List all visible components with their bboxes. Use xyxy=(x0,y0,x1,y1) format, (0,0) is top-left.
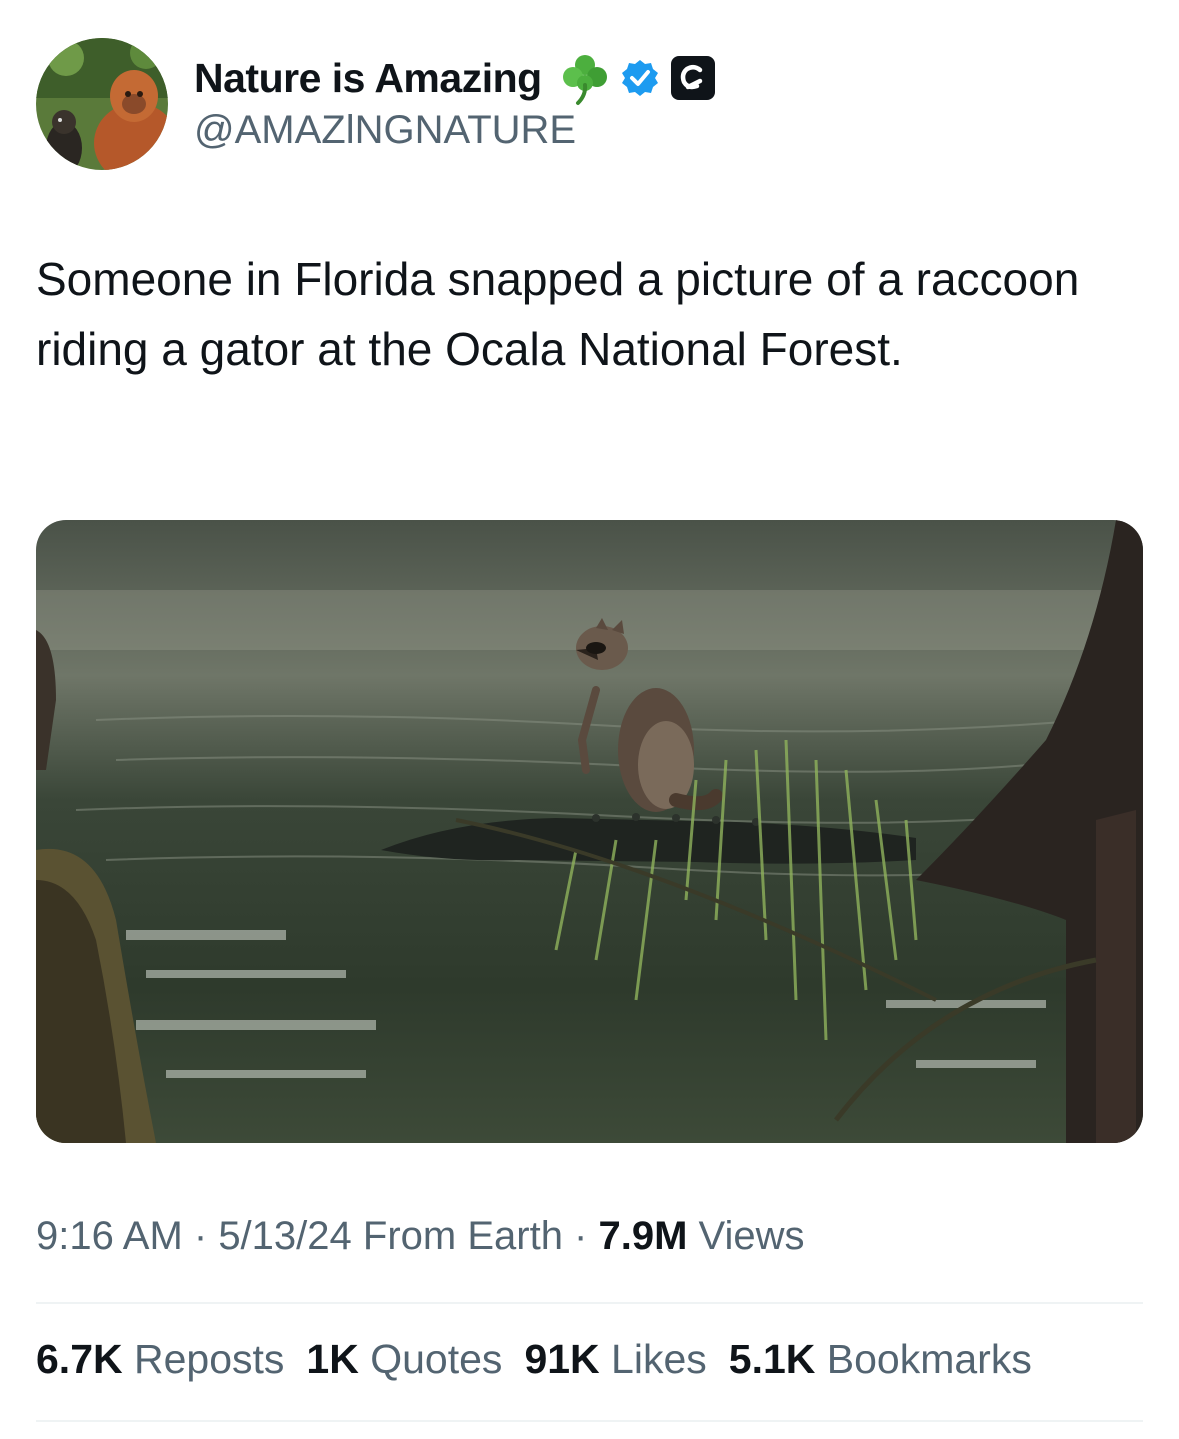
engagement-stats: 6.7K Reposts 1K Quotes 91K Likes 5.1K Bookm… xyxy=(36,1336,1054,1383)
views-count: 7.9M xyxy=(598,1214,688,1258)
likes-stat[interactable]: 91K Likes xyxy=(524,1336,706,1382)
tweet-text: Someone in Florida snapped a picture of … xyxy=(36,253,1080,375)
shamrock-icon xyxy=(562,55,607,105)
orangutan-avatar-image xyxy=(36,38,168,170)
reposts-label: Reposts xyxy=(122,1336,285,1382)
tweet-time[interactable]: 9:16 AM xyxy=(36,1214,183,1258)
meta-separator: · xyxy=(182,1214,219,1258)
avatar[interactable] xyxy=(36,38,168,170)
tweet-date[interactable]: 5/13/24 xyxy=(218,1214,351,1258)
raccoon-on-alligator-photo xyxy=(36,520,1143,1143)
bookmarks-count: 5.1K xyxy=(728,1336,816,1382)
divider xyxy=(36,1302,1143,1304)
reposts-count: 6.7K xyxy=(36,1336,123,1382)
quotes-stat[interactable]: 1K Quotes xyxy=(306,1336,502,1382)
bookmarks-stat[interactable]: 5.1K Bookmarks xyxy=(729,1336,1032,1382)
reposts-stat[interactable]: 6.7K Reposts xyxy=(36,1336,284,1382)
views-label: Views xyxy=(687,1214,805,1258)
tweet-source: From Earth xyxy=(351,1214,563,1258)
likes-label: Likes xyxy=(599,1336,707,1382)
tweet-photo[interactable] xyxy=(36,520,1143,1143)
quotes-label: Quotes xyxy=(358,1336,503,1382)
meta-separator: · xyxy=(562,1214,599,1258)
author-name-row: Nature is Amazing xyxy=(194,50,716,106)
verified-badge-icon[interactable] xyxy=(620,58,660,98)
divider xyxy=(36,1420,1143,1422)
bookmarks-label: Bookmarks xyxy=(815,1336,1032,1382)
affiliate-c-icon[interactable] xyxy=(670,55,716,101)
author-name[interactable]: Nature is Amazing xyxy=(194,55,542,102)
tweet-meta: 9:16 AM · 5/13/24 From Earth · 7.9M View… xyxy=(36,1214,805,1259)
author-handle[interactable]: @AMAZlNGNATURE xyxy=(194,108,576,153)
likes-count: 91K xyxy=(524,1336,600,1382)
quotes-count: 1K xyxy=(306,1336,359,1382)
